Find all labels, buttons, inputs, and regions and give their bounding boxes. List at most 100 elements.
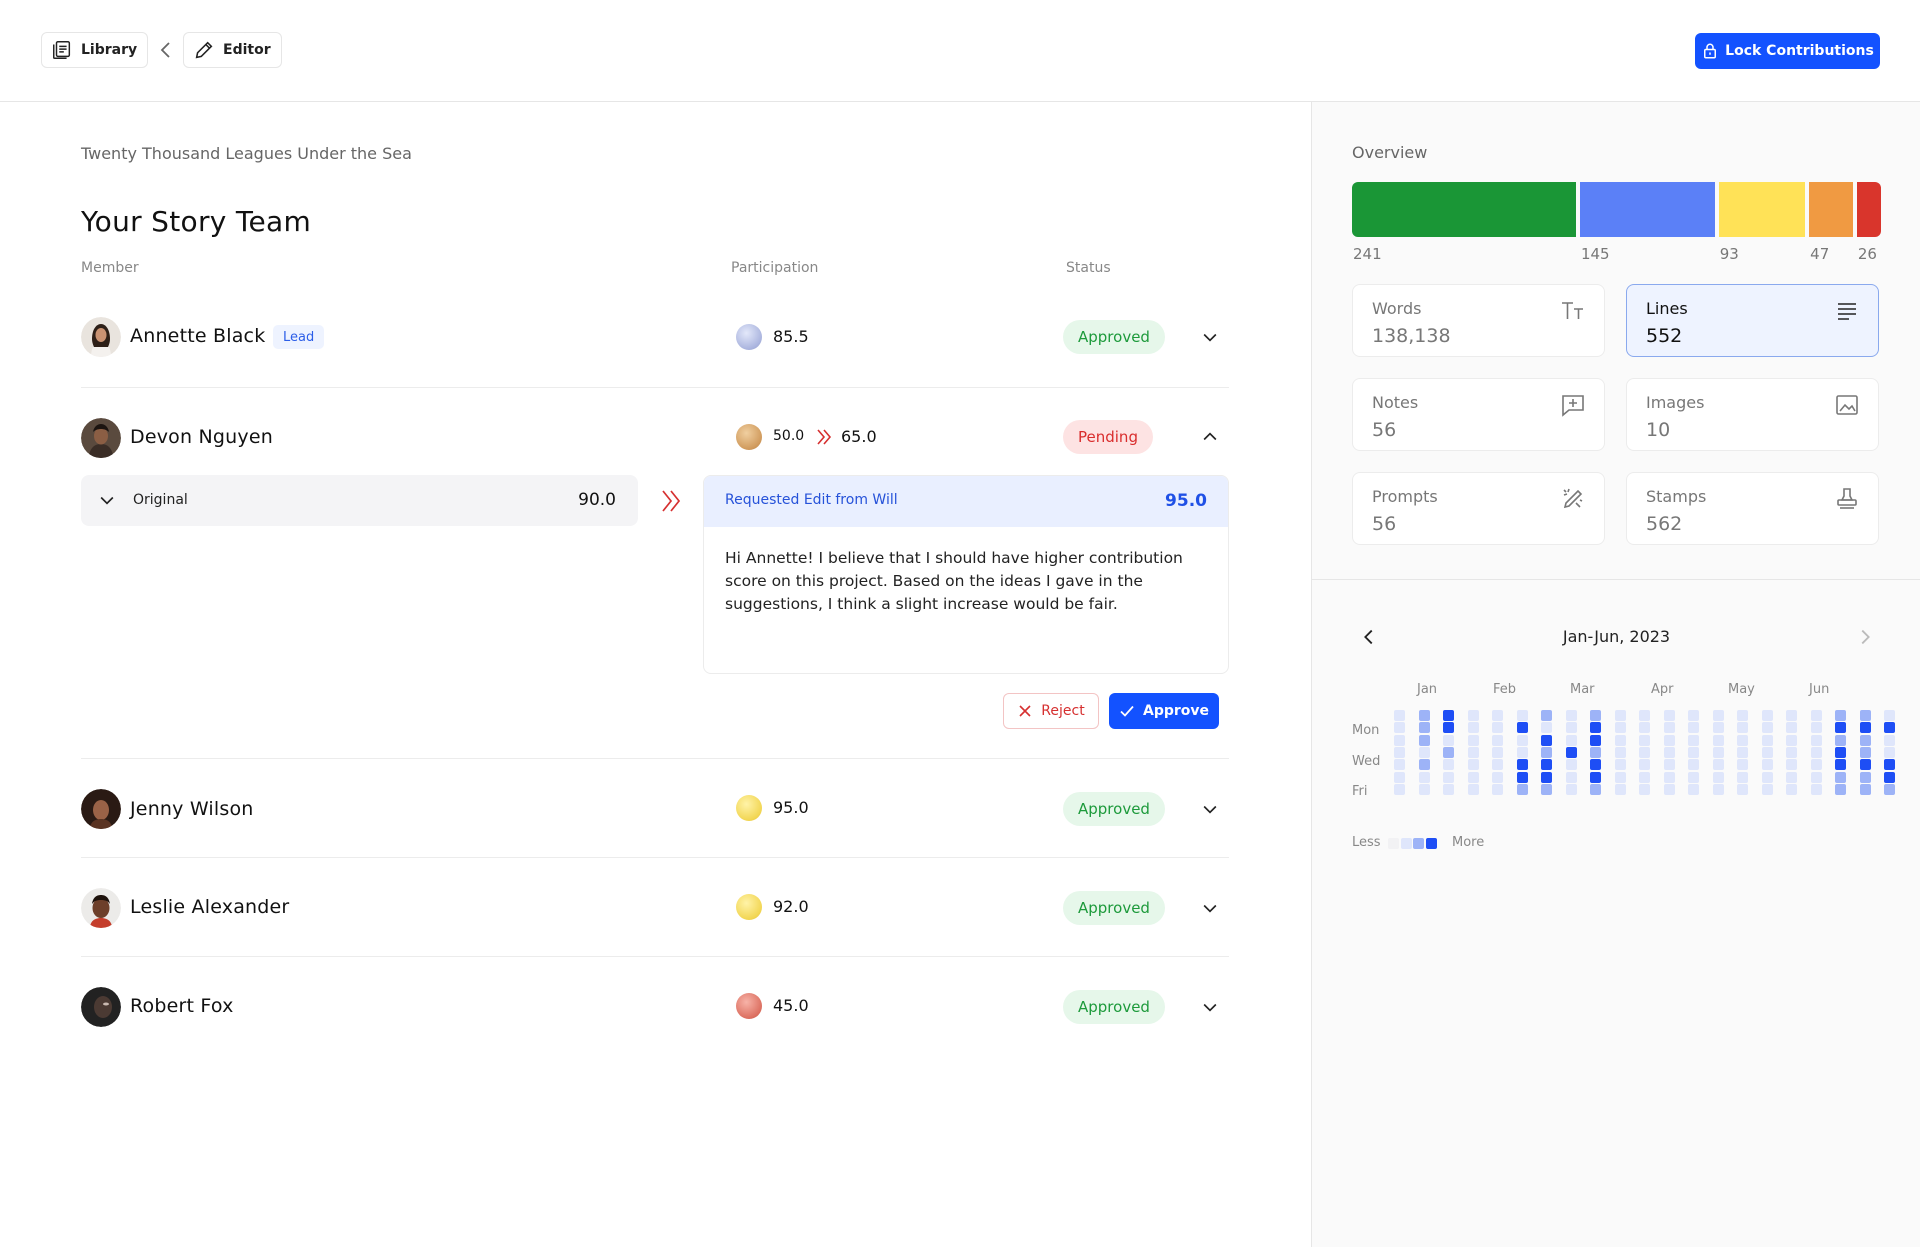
stat-card-lines[interactable]: Lines 552	[1626, 284, 1879, 357]
heatmap-cell[interactable]	[1786, 710, 1797, 721]
heatmap-cell[interactable]	[1737, 771, 1748, 783]
member-row[interactable]: Leslie Alexander 92.0 Approved	[81, 858, 1229, 957]
heatmap-cell[interactable]	[1663, 771, 1675, 783]
heatmap-cell[interactable]	[1467, 746, 1479, 758]
heatmap-cell[interactable]	[1884, 722, 1895, 734]
heatmap-cell[interactable]	[1590, 734, 1601, 746]
heatmap-cell[interactable]	[1443, 710, 1454, 721]
heatmap-cell[interactable]	[1884, 710, 1895, 721]
heatmap-cell[interactable]	[1516, 783, 1528, 795]
heatmap-cell[interactable]	[1663, 783, 1675, 795]
heatmap-cell[interactable]	[1639, 710, 1650, 721]
heatmap-cell[interactable]	[1418, 722, 1430, 734]
heatmap-cell[interactable]	[1467, 734, 1479, 746]
heatmap-cell[interactable]	[1516, 734, 1528, 746]
library-button[interactable]: Library	[41, 32, 149, 68]
heatmap-cell[interactable]	[1810, 710, 1822, 721]
heatmap-cell[interactable]	[1639, 722, 1650, 734]
heatmap-cell[interactable]	[1737, 710, 1748, 721]
heatmap-cell[interactable]	[1884, 759, 1895, 771]
heatmap-cell[interactable]	[1737, 734, 1748, 746]
heatmap-cell[interactable]	[1541, 759, 1552, 771]
stat-card-images[interactable]: Images 10	[1626, 378, 1879, 451]
chevron-down-icon[interactable]	[1200, 898, 1220, 918]
heatmap-cell[interactable]	[1614, 746, 1626, 758]
heatmap-cell[interactable]	[1810, 746, 1822, 758]
heatmap-cell[interactable]	[1443, 759, 1454, 771]
heatmap-cell[interactable]	[1614, 759, 1626, 771]
heatmap-cell[interactable]	[1565, 746, 1577, 758]
heatmap-cell[interactable]	[1516, 759, 1528, 771]
heatmap-cell[interactable]	[1614, 734, 1626, 746]
heatmap-cell[interactable]	[1467, 722, 1479, 734]
heatmap-cell[interactable]	[1859, 722, 1871, 734]
heatmap-cell[interactable]	[1467, 759, 1479, 771]
heatmap-cell[interactable]	[1492, 722, 1503, 734]
chevron-left-icon[interactable]	[154, 38, 178, 62]
heatmap-cell[interactable]	[1516, 771, 1528, 783]
heatmap-cell[interactable]	[1516, 710, 1528, 721]
heatmap-cell[interactable]	[1835, 722, 1846, 734]
heatmap-cell[interactable]	[1761, 722, 1773, 734]
heatmap-cell[interactable]	[1492, 710, 1503, 721]
heatmap-cell[interactable]	[1516, 722, 1528, 734]
heatmap-cell[interactable]	[1492, 771, 1503, 783]
heatmap-cell[interactable]	[1516, 746, 1528, 758]
member-row[interactable]: Jenny Wilson 95.0 Approved	[81, 759, 1229, 858]
heatmap-cell[interactable]	[1810, 722, 1822, 734]
heatmap-cell[interactable]	[1394, 722, 1405, 734]
heatmap-cell[interactable]	[1639, 771, 1650, 783]
heatmap-cell[interactable]	[1859, 746, 1871, 758]
heatmap-cell[interactable]	[1835, 771, 1846, 783]
heatmap-cell[interactable]	[1786, 783, 1797, 795]
heatmap-cell[interactable]	[1761, 759, 1773, 771]
heatmap-cell[interactable]	[1492, 734, 1503, 746]
stat-card-words[interactable]: Words 138,138	[1352, 284, 1605, 357]
heatmap-cell[interactable]	[1541, 746, 1552, 758]
heatmap-cell[interactable]	[1590, 771, 1601, 783]
heatmap-cell[interactable]	[1443, 722, 1454, 734]
heatmap-cell[interactable]	[1639, 734, 1650, 746]
heatmap-cell[interactable]	[1541, 710, 1552, 721]
heatmap-cell[interactable]	[1688, 771, 1699, 783]
lock-contributions-button[interactable]: Lock Contributions	[1695, 33, 1880, 69]
heatmap-cell[interactable]	[1761, 783, 1773, 795]
heatmap-cell[interactable]	[1835, 759, 1846, 771]
heatmap-cell[interactable]	[1418, 771, 1430, 783]
heatmap-cell[interactable]	[1688, 783, 1699, 795]
heatmap-cell[interactable]	[1688, 734, 1699, 746]
heatmap-cell[interactable]	[1614, 783, 1626, 795]
heatmap-cell[interactable]	[1418, 710, 1430, 721]
heatmap-cell[interactable]	[1639, 759, 1650, 771]
heatmap-cell[interactable]	[1688, 759, 1699, 771]
heatmap-cell[interactable]	[1418, 783, 1430, 795]
heatmap-cell[interactable]	[1688, 710, 1699, 721]
chevron-down-icon[interactable]	[1200, 327, 1220, 347]
heatmap-cell[interactable]	[1443, 783, 1454, 795]
heatmap-cell[interactable]	[1810, 771, 1822, 783]
member-row[interactable]: Annette Black Lead 85.5 Approved	[81, 289, 1229, 388]
heatmap-cell[interactable]	[1688, 722, 1699, 734]
heatmap-cell[interactable]	[1884, 734, 1895, 746]
heatmap-cell[interactable]	[1786, 734, 1797, 746]
heatmap-cell[interactable]	[1590, 759, 1601, 771]
heatmap-cell[interactable]	[1859, 783, 1871, 795]
heatmap-cell[interactable]	[1737, 759, 1748, 771]
heatmap-cell[interactable]	[1467, 710, 1479, 721]
heatmap-cell[interactable]	[1639, 746, 1650, 758]
approve-button[interactable]: Approve	[1109, 693, 1219, 729]
heatmap-cell[interactable]	[1492, 759, 1503, 771]
heatmap-cell[interactable]	[1541, 734, 1552, 746]
heatmap-cell[interactable]	[1761, 734, 1773, 746]
heatmap-cell[interactable]	[1835, 783, 1846, 795]
heatmap-cell[interactable]	[1663, 722, 1675, 734]
heatmap-cell[interactable]	[1590, 710, 1601, 721]
heatmap-cell[interactable]	[1835, 710, 1846, 721]
heatmap-cell[interactable]	[1565, 710, 1577, 721]
chevron-down-icon[interactable]	[1200, 799, 1220, 819]
heatmap-cell[interactable]	[1859, 710, 1871, 721]
heatmap-cell[interactable]	[1541, 771, 1552, 783]
heatmap-cell[interactable]	[1394, 771, 1405, 783]
heatmap-cell[interactable]	[1467, 771, 1479, 783]
heatmap-cell[interactable]	[1394, 746, 1405, 758]
